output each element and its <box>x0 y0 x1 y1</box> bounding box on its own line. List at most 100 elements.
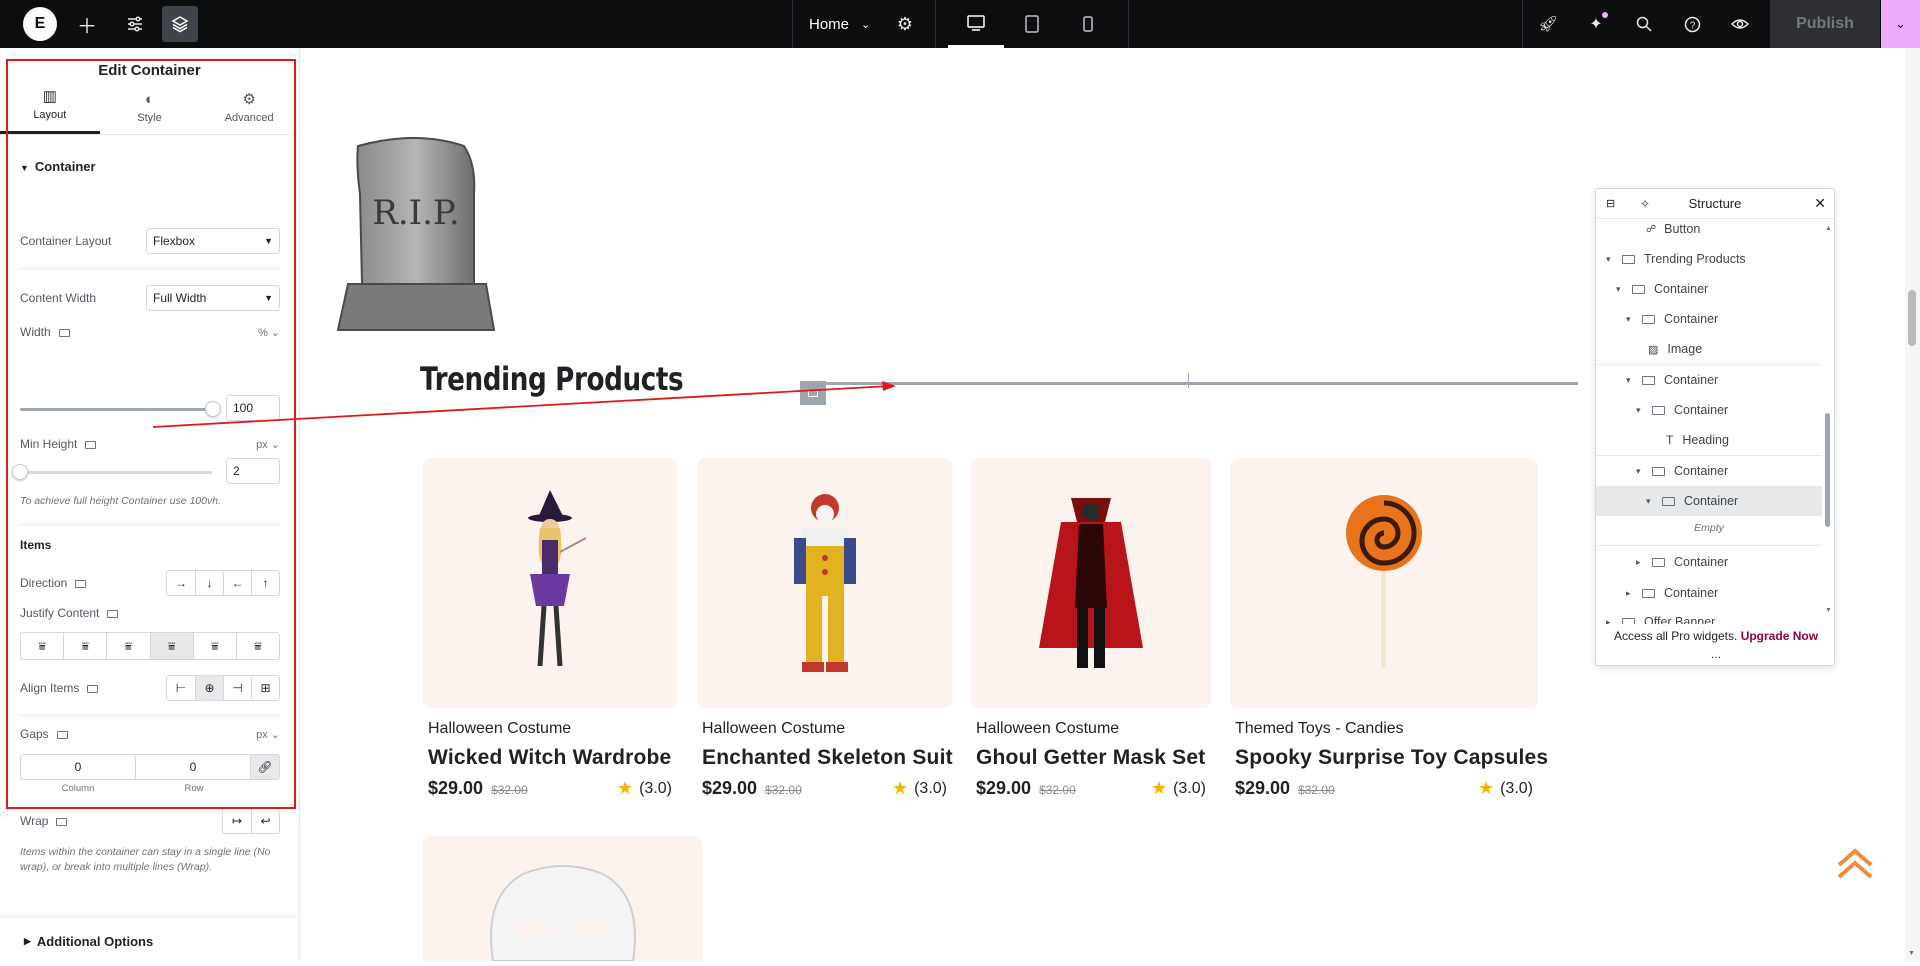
product-card-partial[interactable] <box>423 836 702 961</box>
back-to-top-icon[interactable] <box>1836 845 1874 881</box>
width-input[interactable]: 100 <box>226 395 280 421</box>
align-end-icon[interactable]: ⊣ <box>223 676 251 700</box>
notifications-icon[interactable]: ✦ <box>1578 6 1614 42</box>
desktop-responsive-icon[interactable] <box>56 817 68 826</box>
desktop-view-icon[interactable] <box>948 0 1004 48</box>
expand-arrow-icon[interactable]: ▸ <box>1636 557 1646 568</box>
desktop-responsive-icon[interactable] <box>85 440 97 449</box>
additional-options-toggle[interactable]: ▶ Additional Options <box>0 916 300 966</box>
expand-arrow-icon[interactable]: ▾ <box>1636 405 1646 416</box>
gap-column-input[interactable]: 0 <box>21 755 136 779</box>
product-card[interactable]: Halloween Costume Wicked Witch Wardrobe … <box>423 458 677 799</box>
tombstone-image[interactable]: R.I.P. <box>336 134 496 334</box>
product-card[interactable]: Halloween Costume Ghoul Getter Mask Set … <box>971 458 1211 799</box>
align-start-icon[interactable]: ⊢ <box>167 676 195 700</box>
product-image[interactable] <box>1230 458 1538 708</box>
ai-magic-icon[interactable]: ✧ <box>1640 197 1650 211</box>
link-values-icon[interactable]: 🔗︎ <box>251 755 279 779</box>
tab-advanced[interactable]: ⚙ Advanced <box>199 91 299 134</box>
scroll-up-icon[interactable]: ▲ <box>1825 225 1832 232</box>
desktop-responsive-icon[interactable] <box>87 684 99 693</box>
mobile-view-icon[interactable] <box>1060 0 1116 48</box>
expand-arrow-icon[interactable]: ▸ <box>1626 588 1636 599</box>
structure-scrollbar[interactable] <box>1825 413 1830 527</box>
tree-item-container[interactable]: ▸ Container <box>1596 578 1822 608</box>
collapse-all-icon[interactable]: ⊟ <box>1606 197 1615 210</box>
justify-start-icon[interactable]: ⩸ <box>21 633 63 659</box>
align-stretch-icon[interactable]: ⊞ <box>251 676 279 700</box>
tree-item-container-selected[interactable]: ▾ Container <box>1596 486 1822 516</box>
direction-row-icon[interactable]: → <box>167 571 195 595</box>
structure-layers-icon[interactable] <box>162 6 198 42</box>
justify-center-icon[interactable]: ⩸ <box>63 633 106 659</box>
close-icon[interactable]: ✕ <box>1814 195 1826 212</box>
desktop-responsive-icon[interactable] <box>75 579 87 588</box>
product-name[interactable]: Spooky Surprise Toy Capsules <box>1230 746 1548 770</box>
product-name[interactable]: Ghoul Getter Mask Set <box>971 746 1211 770</box>
min-height-unit-select[interactable]: px ⌄ <box>256 438 280 451</box>
tree-item-container[interactable]: ▾ Container <box>1596 304 1822 334</box>
scroll-down-icon[interactable]: ▼ <box>1825 607 1832 614</box>
tree-item-heading[interactable]: T Heading <box>1596 425 1822 455</box>
container-layout-select[interactable]: Flexbox ▼ <box>146 228 280 254</box>
tree-item-container[interactable]: ▸ Container <box>1596 547 1822 577</box>
expand-arrow-icon[interactable]: ▸ <box>1606 617 1616 625</box>
direction-column-icon[interactable]: ↓ <box>195 571 223 595</box>
tree-item-container[interactable]: ▾ Container <box>1596 274 1822 304</box>
product-name[interactable]: Enchanted Skeleton Suit <box>697 746 953 770</box>
page-scrollbar-thumb[interactable] <box>1908 290 1916 346</box>
tree-item-offer-banner[interactable]: ▸ Offer Banner <box>1596 607 1822 624</box>
width-unit-select[interactable]: % ⌄ <box>258 326 280 339</box>
section-container-toggle[interactable]: ▼ Container <box>0 159 299 174</box>
tree-item-container[interactable]: ▾ Container <box>1596 395 1822 425</box>
align-center-icon[interactable]: ⊕ <box>195 676 223 700</box>
desktop-responsive-icon[interactable] <box>107 609 119 618</box>
desktop-responsive-icon[interactable] <box>58 328 70 337</box>
direction-column-reverse-icon[interactable]: ↑ <box>251 571 279 595</box>
product-image[interactable] <box>697 458 952 708</box>
search-icon[interactable] <box>1626 6 1662 42</box>
justify-end-icon[interactable]: ⩸ <box>106 633 149 659</box>
expand-arrow-icon[interactable]: ▾ <box>1606 254 1616 265</box>
min-height-slider-handle[interactable] <box>12 464 28 480</box>
empty-container-line[interactable] <box>800 382 1578 385</box>
desktop-responsive-icon[interactable] <box>56 730 68 739</box>
wrap-icon[interactable]: ↩ <box>251 809 279 833</box>
rocket-icon[interactable]: 🚀︎ <box>1530 6 1566 42</box>
tab-layout[interactable]: ▥ Layout <box>0 88 100 134</box>
site-settings-icon[interactable] <box>117 6 153 42</box>
gaps-unit-select[interactable]: px ⌄ <box>256 728 280 741</box>
product-name[interactable]: Wicked Witch Wardrobe <box>423 746 677 770</box>
add-element-icon[interactable]: ＋ <box>69 6 105 42</box>
expand-arrow-icon[interactable]: ▾ <box>1646 496 1656 507</box>
direction-row-reverse-icon[interactable]: ← <box>223 571 251 595</box>
gap-row-input[interactable]: 0 <box>136 755 251 779</box>
justify-space-evenly-icon[interactable]: ⩸ <box>235 633 279 659</box>
expand-arrow-icon[interactable]: ▾ <box>1636 466 1646 477</box>
scroll-down-icon[interactable]: ▼ <box>1908 950 1915 957</box>
page-settings-gear-icon[interactable]: ⚙ <box>887 6 923 42</box>
page-scrollbar-track[interactable] <box>1905 48 1920 961</box>
tree-item-image[interactable]: ▨ Image <box>1596 334 1822 364</box>
expand-arrow-icon[interactable]: ▾ <box>1616 284 1626 295</box>
expand-arrow-icon[interactable]: ▾ <box>1626 314 1636 325</box>
tree-item-trending-products[interactable]: ▾ Trending Products <box>1596 244 1822 274</box>
preview-eye-icon[interactable] <box>1722 6 1758 42</box>
publish-options-chevron-icon[interactable]: ⌄ <box>1881 0 1920 48</box>
more-dots[interactable]: ... <box>1596 647 1836 661</box>
width-slider-handle[interactable] <box>205 401 221 417</box>
container-handle-icon[interactable] <box>800 381 826 405</box>
page-selector[interactable]: Home ⌄ <box>809 0 870 48</box>
upgrade-now-link[interactable]: Upgrade Now <box>1741 629 1818 643</box>
product-card[interactable]: Halloween Costume Enchanted Skeleton Sui… <box>697 458 953 799</box>
min-height-slider-track[interactable] <box>20 471 212 474</box>
tree-item-button[interactable]: ☍ Button <box>1596 220 1822 244</box>
help-icon[interactable]: ? <box>1674 6 1710 42</box>
min-height-input[interactable]: 2 <box>226 458 280 484</box>
no-wrap-icon[interactable]: ↦ <box>223 809 251 833</box>
elementor-logo[interactable]: E <box>23 7 57 41</box>
product-image[interactable] <box>971 458 1211 708</box>
content-width-select[interactable]: Full Width ▼ <box>146 285 280 311</box>
tree-item-container[interactable]: ▾ Container <box>1596 456 1822 486</box>
tab-style[interactable]: ◐ Style <box>100 91 200 134</box>
